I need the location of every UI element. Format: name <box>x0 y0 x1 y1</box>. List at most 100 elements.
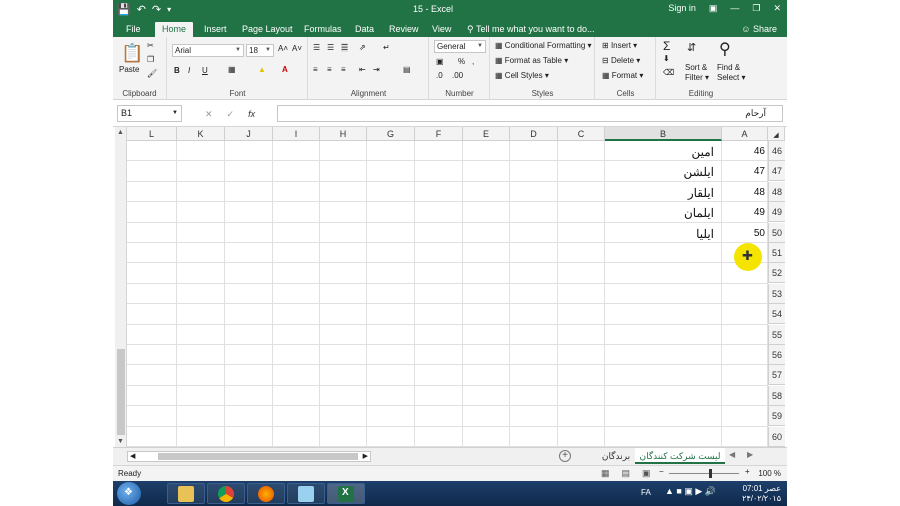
delete-cells-button[interactable]: ⊟ Delete ▾ <box>602 56 640 65</box>
cell-b[interactable] <box>605 304 720 324</box>
taskbar-app[interactable] <box>287 483 325 504</box>
cell-a[interactable]: 47 <box>722 161 768 181</box>
cell-a[interactable] <box>722 386 768 406</box>
align-middle-icon[interactable]: ☰ <box>327 43 334 52</box>
copy-icon[interactable]: ❐ <box>147 55 154 64</box>
sheet-tab-participants[interactable]: لیست شرکت کنندگان <box>635 448 725 464</box>
cell-b[interactable]: ایلشن <box>605 161 720 181</box>
cell-b[interactable]: ایلیا <box>605 223 720 243</box>
vertical-scroll-thumb[interactable] <box>117 349 125 435</box>
align-center-icon[interactable]: ≡ <box>327 65 332 74</box>
align-top-icon[interactable]: ☰ <box>313 43 320 52</box>
cell-b[interactable] <box>605 284 720 304</box>
row-header[interactable]: 51 <box>768 243 785 263</box>
cell-b[interactable] <box>605 427 720 447</box>
zoom-in-icon[interactable]: + <box>745 467 750 476</box>
conditional-formatting-button[interactable]: ▦ Conditional Formatting ▾ <box>495 41 592 50</box>
find-select-icon[interactable]: ⚲ <box>719 39 731 59</box>
sheet-tab-winners[interactable]: برندگان <box>599 448 633 464</box>
row-header[interactable]: 49 <box>768 202 785 223</box>
minimize-icon[interactable]: — <box>730 3 739 14</box>
row-header[interactable]: 52 <box>768 263 785 284</box>
cell-b[interactable] <box>605 325 720 345</box>
borders-icon[interactable]: ▦ <box>228 65 236 74</box>
normal-view-icon[interactable]: ▦ <box>601 468 610 479</box>
cell-b[interactable] <box>605 406 720 426</box>
select-all-corner[interactable]: ◢ <box>768 127 785 141</box>
format-cells-button[interactable]: ▦ Format ▾ <box>602 71 643 80</box>
column-header-g[interactable]: G <box>367 127 415 141</box>
close-icon[interactable]: ✕ <box>773 3 781 14</box>
row-header[interactable]: 58 <box>768 385 785 406</box>
row-header[interactable]: 57 <box>768 365 785 386</box>
find-select-label-bottom[interactable]: Select ▾ <box>717 73 745 82</box>
number-format-select[interactable]: General ▼ <box>434 40 486 53</box>
tab-file[interactable]: File <box>119 22 148 37</box>
cell-b[interactable]: امین <box>605 141 720 161</box>
cell-b[interactable] <box>605 365 720 385</box>
cell-styles-button[interactable]: ▦ Cell Styles ▾ <box>495 71 549 80</box>
tell-me-box[interactable]: ⚲ Tell me what you want to do... <box>467 24 595 35</box>
column-header-l[interactable]: L <box>127 127 177 141</box>
redo-icon[interactable]: ↷ <box>152 2 161 18</box>
insert-cells-button[interactable]: ⊞ Insert ▾ <box>602 41 637 50</box>
cell-a[interactable]: 50 <box>722 223 768 243</box>
row-header[interactable]: 47 <box>768 161 785 182</box>
format-painter-icon[interactable]: 🖌 <box>147 69 157 78</box>
row-header[interactable]: 54 <box>768 304 785 325</box>
horizontal-scroll-thumb[interactable] <box>158 453 358 460</box>
cell-a[interactable]: 46 <box>722 141 768 161</box>
row-header[interactable]: 55 <box>768 324 785 345</box>
zoom-slider[interactable] <box>669 473 739 474</box>
vertical-scrollbar[interactable]: ▲ ▼ <box>115 127 127 447</box>
increase-indent-icon[interactable]: ⇥ <box>373 65 380 74</box>
cell-a[interactable] <box>722 365 768 385</box>
clock[interactable]: عصر 07:01 ۲۴/۰۲/۲۰۱۵ <box>742 484 781 504</box>
font-color-icon[interactable]: A <box>282 65 288 74</box>
format-as-table-button[interactable]: ▦ Format as Table ▾ <box>495 56 568 65</box>
sort-filter-icon[interactable]: ⇵ <box>687 41 696 54</box>
row-header[interactable]: 56 <box>768 345 785 365</box>
save-icon[interactable]: 💾 <box>117 2 131 18</box>
cell-a[interactable] <box>722 345 768 365</box>
column-header-e[interactable]: E <box>463 127 510 141</box>
row-header[interactable]: 50 <box>768 222 785 243</box>
cell-b[interactable] <box>605 263 720 283</box>
column-header-i[interactable]: I <box>273 127 320 141</box>
column-header-c[interactable]: C <box>558 127 605 141</box>
row-header[interactable]: 46 <box>768 141 785 161</box>
scroll-right-icon[interactable]: ▶ <box>363 452 368 460</box>
decrease-font-icon[interactable]: A˅ <box>292 44 302 53</box>
tab-home[interactable]: Home <box>155 22 194 37</box>
orientation-icon[interactable]: ⇗ <box>359 43 366 52</box>
undo-icon[interactable]: ↶ <box>137 2 146 18</box>
paste-label[interactable]: Paste <box>119 65 139 74</box>
cell-b[interactable]: ایلقار <box>605 182 720 202</box>
tab-review[interactable]: Review <box>382 22 426 37</box>
start-button[interactable]: ❖ <box>117 482 141 505</box>
restore-icon[interactable]: ❐ <box>752 3 760 14</box>
sort-filter-label-top[interactable]: Sort & <box>685 63 707 72</box>
scroll-down-icon[interactable]: ▼ <box>117 438 124 445</box>
decrease-decimal-icon[interactable]: .00 <box>452 71 463 80</box>
row-header[interactable]: 59 <box>768 406 785 427</box>
column-header-b[interactable]: B <box>605 127 722 141</box>
tab-scroll-left-icon[interactable]: ◀ <box>729 450 735 459</box>
signin-link[interactable]: Sign in <box>668 3 696 14</box>
page-break-view-icon[interactable]: ▣ <box>642 468 651 479</box>
tab-data[interactable]: Data <box>348 22 381 37</box>
wrap-text-icon[interactable]: ↵ <box>383 43 390 52</box>
tab-view[interactable]: View <box>425 22 458 37</box>
cancel-icon[interactable]: ✕ <box>205 109 213 120</box>
formula-input[interactable]: آرحام <box>277 105 783 122</box>
fill-icon[interactable]: ⬇ <box>663 54 670 63</box>
row-header[interactable]: 60 <box>768 426 785 447</box>
font-size-select[interactable]: 18 ▼ <box>246 44 274 57</box>
column-header-a[interactable]: A <box>722 127 768 141</box>
zoom-out-icon[interactable]: − <box>659 467 664 476</box>
cell-a[interactable] <box>722 427 768 447</box>
row-header[interactable]: 48 <box>768 181 785 202</box>
tab-scroll-right-icon[interactable]: ▶ <box>747 450 753 459</box>
tab-page-layout[interactable]: Page Layout <box>235 22 300 37</box>
taskbar-firefox[interactable] <box>247 483 285 504</box>
